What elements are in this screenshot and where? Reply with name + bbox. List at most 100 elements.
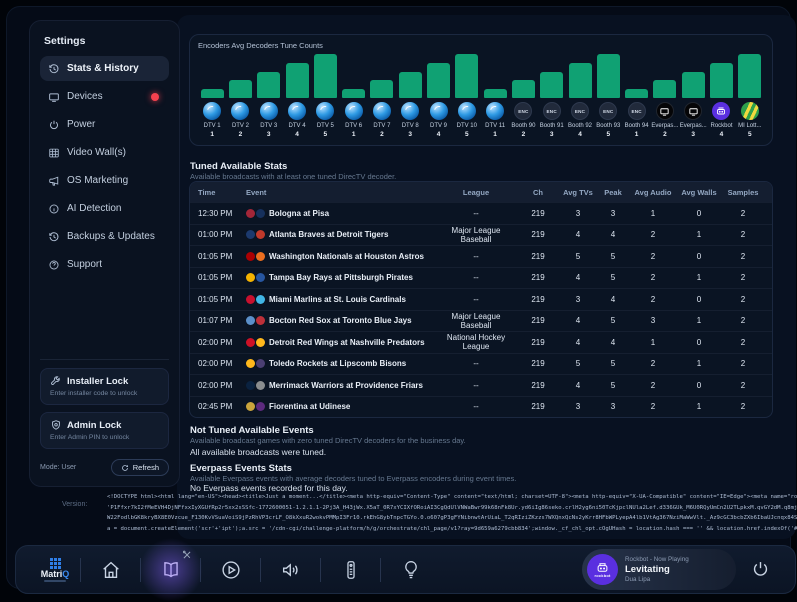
sidebar-title: Settings — [44, 35, 86, 47]
chart-column: ENC Booth 90 2 — [509, 52, 537, 138]
chart-column: ENC Booth 93 5 — [594, 52, 622, 138]
sidebar-item-support[interactable]: Support — [40, 252, 169, 277]
avg-walls-cell: 1 — [696, 273, 702, 283]
version-line: a = document.createElement('scr'+'ipt');… — [107, 525, 797, 532]
avg-tvs-cell: 4 — [575, 380, 581, 390]
league-cell: National Hockey League — [446, 333, 506, 352]
remote-icon[interactable] — [321, 545, 380, 594]
team-logo-icon — [256, 251, 265, 261]
bar — [228, 80, 252, 98]
bar — [540, 71, 564, 98]
now-playing-source: Rockbot - Now Playing — [625, 556, 689, 563]
team-logo-icon — [246, 230, 255, 240]
sidebar-item-os-marketing[interactable]: OS Marketing — [40, 168, 169, 193]
settings-sidebar: Settings Stats & History Devices Power Vide… — [29, 20, 180, 487]
sidebar-item-stats-history[interactable]: Stats & History — [40, 56, 169, 81]
enc-icon: ENC — [542, 102, 561, 120]
avg-audio-cell: 2 — [650, 294, 656, 304]
play-icon[interactable] — [201, 545, 260, 594]
avg-audio-cell: 2 — [650, 402, 656, 412]
avg-walls-cell: 0 — [696, 251, 702, 261]
ch-cell: 219 — [531, 294, 545, 304]
table-row: 01:00 PM Atlanta Braves at Detroit Tigers… — [190, 223, 772, 246]
bar — [653, 80, 677, 98]
event-cell: Washington Nationals at Houston Astros — [246, 251, 436, 261]
info-icon — [48, 203, 60, 215]
sidebar-item-devices[interactable]: Devices — [40, 84, 169, 109]
sidebar-item-backups-updates[interactable]: Backups & Updates — [40, 224, 169, 249]
avg-tvs-cell: 5 — [575, 359, 581, 369]
table-row: 02:00 PM Merrimack Warriors at Providence… — [190, 374, 772, 396]
event-cell: Bologna at Pisa — [246, 208, 436, 218]
chart-column: DTV 3 3 — [255, 52, 283, 138]
admin-lock-card[interactable]: Admin Lock Enter Admin PIN to unlock — [40, 412, 169, 449]
samples-cell: 2 — [740, 230, 746, 240]
table-row: 02:00 PM Detroit Red Wings at Nashville P… — [190, 331, 772, 353]
avg-audio-cell: 3 — [650, 316, 656, 326]
sidebar-item-power[interactable]: Power — [40, 112, 169, 137]
chart-value-label: 5 — [465, 131, 469, 138]
everpass-title: Everpass Events Stats — [190, 463, 292, 474]
peak-cell: 3 — [610, 208, 616, 218]
team-logo-icon — [246, 359, 255, 369]
chart-value-label: 3 — [408, 131, 413, 138]
avg-tvs-cell: 3 — [575, 294, 581, 304]
chart-value-label: 3 — [266, 131, 271, 138]
avg-walls-cell: 0 — [696, 294, 702, 304]
chart-value-label: 2 — [663, 131, 667, 138]
sidebar-item-video-wall-s[interactable]: Video Wall(s) — [40, 140, 169, 165]
now-playing-track: Levitating — [625, 564, 670, 575]
team-logo-icon — [256, 316, 265, 326]
volume-icon[interactable] — [261, 545, 320, 594]
chart-column: DTV 5 5 — [311, 52, 339, 138]
bulb-icon[interactable] — [381, 545, 440, 594]
event-cell: Toledo Rockets at Lipscomb Bisons — [246, 359, 436, 369]
refresh-button[interactable]: Refresh — [110, 459, 169, 476]
avg-audio-cell: 1 — [650, 208, 656, 218]
mode-label: Mode: User — [40, 464, 77, 471]
avg-tvs-cell: 4 — [575, 316, 581, 326]
event-time: 02:00 PM — [198, 380, 233, 390]
event-time: 01:05 PM — [198, 294, 233, 304]
chart-column: ENC Booth 94 1 — [622, 52, 650, 138]
table-row: 01:07 PM Bocton Red Sox at Toronto Blue J… — [190, 309, 772, 332]
chart-category-label: DTV 1 — [203, 123, 221, 129]
chart-value-label: 3 — [691, 131, 695, 138]
installer-lock-card[interactable]: Installer Lock Enter installer code to u… — [40, 368, 169, 405]
peak-cell: 4 — [610, 337, 616, 347]
column-header: Samples — [727, 187, 759, 197]
dtv-icon — [457, 102, 476, 120]
event-cell: Miami Marlins at St. Louis Cardinals — [246, 294, 436, 304]
dtv-icon — [259, 102, 278, 120]
dtv-icon — [401, 102, 420, 120]
event-time: 12:30 PM — [198, 208, 233, 218]
sidebar-item-ai-detection[interactable]: AI Detection — [40, 196, 169, 221]
enc-icon: ENC — [514, 102, 533, 120]
avg-walls-cell: 1 — [696, 359, 702, 369]
power-button[interactable] — [750, 559, 771, 580]
ch-cell: 219 — [531, 359, 545, 369]
column-header: League — [462, 187, 490, 197]
home-icon[interactable] — [81, 545, 140, 594]
bar — [398, 71, 422, 98]
avg-tvs-cell: 3 — [575, 208, 581, 218]
bar — [285, 62, 309, 98]
wrench-icon — [50, 375, 62, 387]
samples-cell: 2 — [740, 359, 746, 369]
installer-lock-title: Installer Lock — [67, 375, 129, 387]
guide-book-icon[interactable] — [141, 545, 200, 594]
chart-category-label: DTV 7 — [373, 123, 391, 129]
chart-column: Rockbot 4 — [707, 52, 735, 138]
matriq-tagline — [44, 579, 66, 582]
chart-category-label: Everpas... — [651, 123, 679, 129]
now-playing-card[interactable]: rockbot Rockbot - Now Playing Levitating… — [582, 549, 736, 590]
peak-cell: 4 — [610, 294, 616, 304]
chart-column: ENC Booth 92 4 — [566, 52, 594, 138]
chart-column: DTV 2 2 — [226, 52, 254, 138]
samples-cell: 2 — [740, 251, 746, 261]
everpass-icon — [684, 102, 703, 120]
event-cell: Merrimack Warriors at Providence Friars — [246, 380, 436, 390]
event-name: Washington Nationals at Houston Astros — [269, 251, 424, 261]
chart-category-label: DTV 8 — [401, 123, 419, 129]
chart-category-label: DTV 9 — [430, 123, 448, 129]
